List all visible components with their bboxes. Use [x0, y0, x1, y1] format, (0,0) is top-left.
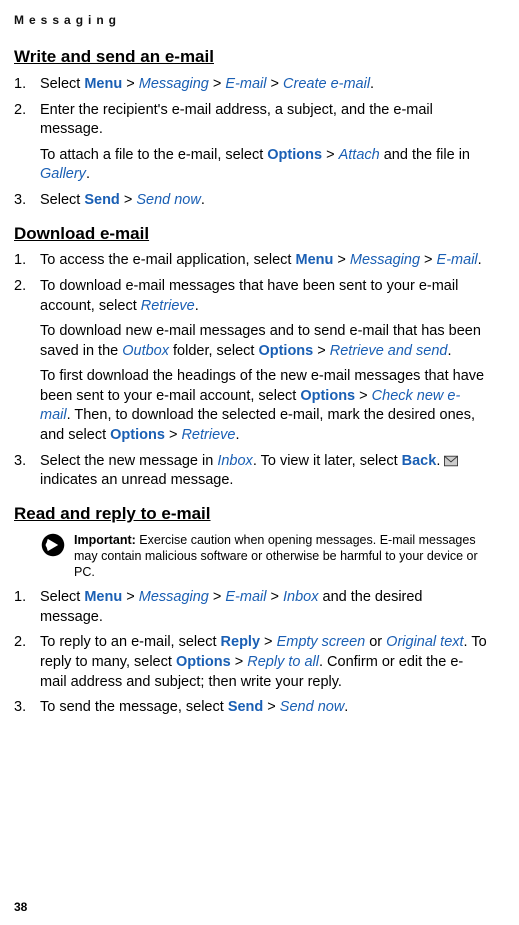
ui-term: Reply: [221, 634, 261, 650]
page-content: Write and send an e-mail 1. Select Menu > …: [14, 46, 487, 718]
list-item: 3. Select Send > Send now.: [14, 191, 487, 211]
ui-term: Retrieve: [141, 298, 195, 314]
ui-term: Options: [300, 388, 355, 404]
ui-term: Gallery: [40, 166, 86, 182]
list-item: 1. Select Menu > Messaging > E-mail > Cre…: [14, 75, 487, 95]
ui-term: Send: [84, 192, 119, 208]
ui-term: Inbox: [283, 589, 318, 605]
step-number: 3.: [14, 698, 26, 718]
step-text: To reply to an e-mail, select Reply > Em…: [40, 634, 487, 689]
step-number: 3.: [14, 452, 26, 472]
list-item: 3. Select the new message in Inbox. To vi…: [14, 452, 487, 491]
section-title: Write and send an e-mail: [14, 46, 487, 69]
ui-term: Inbox: [217, 453, 252, 469]
step-text: Select the new message in Inbox. To view…: [40, 453, 458, 489]
ui-term: Send now: [280, 699, 345, 715]
step-text: Enter the recipient's e-mail address, a …: [40, 102, 433, 138]
step-text: To download e-mail messages that have be…: [40, 278, 458, 314]
section-title: Download e-mail: [14, 223, 487, 246]
list-item: 1. To access the e-mail application, sele…: [14, 251, 487, 271]
section-title: Read and reply to e-mail: [14, 503, 487, 526]
step-text: Select Send > Send now.: [40, 192, 205, 208]
list-item: 2. Enter the recipient's e-mail address, …: [14, 101, 487, 185]
step-number: 2.: [14, 277, 26, 297]
step-subtext: To download new e-mail messages and to s…: [40, 322, 487, 361]
ui-term: Retrieve and send: [330, 343, 448, 359]
list-item: 3. To send the message, select Send > Sen…: [14, 698, 487, 718]
steps-list: 1. To access the e-mail application, sele…: [14, 251, 487, 490]
ui-term: E-mail: [225, 76, 266, 92]
ui-term: Menu: [296, 252, 334, 268]
ui-term: Options: [110, 427, 165, 443]
step-number: 1.: [14, 588, 26, 608]
ui-term: Empty screen: [277, 634, 366, 650]
important-icon: [40, 532, 66, 558]
step-number: 3.: [14, 191, 26, 211]
ui-term: Original text: [386, 634, 463, 650]
ui-term: E-mail: [437, 252, 478, 268]
steps-list: 1. Select Menu > Messaging > E-mail > Cre…: [14, 75, 487, 210]
page-header: Messaging: [14, 12, 487, 28]
ui-term: Options: [267, 147, 322, 163]
step-text: Select Menu > Messaging > E-mail > Creat…: [40, 76, 374, 92]
list-item: 2. To reply to an e-mail, select Reply > …: [14, 633, 487, 692]
list-item: 1. Select Menu > Messaging > E-mail > Inb…: [14, 588, 487, 627]
step-text: To send the message, select Send > Send …: [40, 699, 348, 715]
page-number: 38: [14, 899, 27, 915]
ui-term: Create e-mail: [283, 76, 370, 92]
mail-icon: [444, 455, 458, 467]
ui-term: Outbox: [122, 343, 169, 359]
ui-term: Reply to all: [247, 654, 319, 670]
step-subtext: To first download the headings of the ne…: [40, 367, 487, 445]
ui-term: Send: [228, 699, 263, 715]
ui-term: Menu: [84, 589, 122, 605]
ui-term: Send now: [136, 192, 201, 208]
step-subtext: To attach a file to the e-mail, select O…: [40, 146, 487, 185]
ui-term: Back: [402, 453, 437, 469]
step-text: Select Menu > Messaging > E-mail > Inbox…: [40, 589, 423, 625]
ui-term: Messaging: [139, 76, 209, 92]
step-number: 1.: [14, 251, 26, 271]
ui-term: Retrieve: [181, 427, 235, 443]
steps-list: 1. Select Menu > Messaging > E-mail > Inb…: [14, 588, 487, 717]
ui-term: Messaging: [139, 589, 209, 605]
ui-term: Messaging: [350, 252, 420, 268]
ui-term: Attach: [339, 147, 380, 163]
ui-term: Options: [176, 654, 231, 670]
step-number: 2.: [14, 101, 26, 121]
list-item: 2. To download e-mail messages that have …: [14, 277, 487, 446]
step-number: 2.: [14, 633, 26, 653]
step-text: To access the e-mail application, select…: [40, 252, 482, 268]
important-text: Important: Exercise caution when opening…: [74, 532, 487, 581]
step-number: 1.: [14, 75, 26, 95]
important-note: Important: Exercise caution when opening…: [14, 532, 487, 581]
ui-term: Menu: [84, 76, 122, 92]
ui-term: E-mail: [225, 589, 266, 605]
ui-term: Options: [258, 343, 313, 359]
